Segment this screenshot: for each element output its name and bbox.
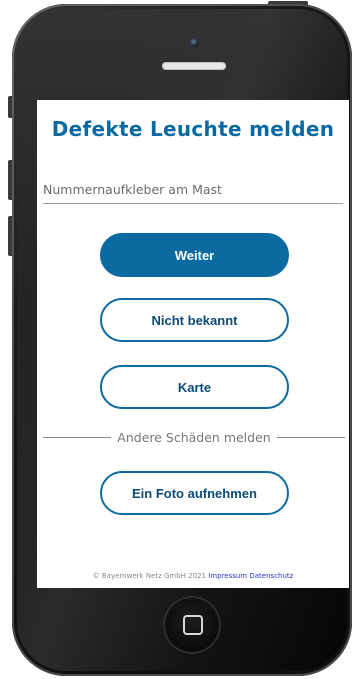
divider-line-left [43,436,112,438]
privacy-link[interactable]: Datenschutz [249,572,293,580]
page-title: Defekte Leuchte melden [51,117,335,141]
imprint-link[interactable]: Impressum [208,572,247,580]
home-square-icon [183,615,203,635]
home-button-icon[interactable] [163,596,221,654]
stage: Defekte Leuchte melden Weiter Nicht beka… [0,0,361,679]
map-button[interactable]: Karte [100,365,289,409]
next-button[interactable]: Weiter [100,233,289,277]
footer: © Bayernwerk Netz GmbH 2021 Impressum Da… [37,572,349,580]
sticker-number-input[interactable] [43,175,343,204]
divider-label: Andere Schäden melden [117,429,271,445]
earpiece-speaker-icon [162,62,226,70]
phone-screen: Defekte Leuchte melden Weiter Nicht beka… [37,100,349,588]
divider-line-right [276,436,345,438]
take-photo-button[interactable]: Ein Foto aufnehmen [100,471,289,515]
other-damage-divider: Andere Schäden melden [43,428,345,446]
front-camera-icon [190,38,199,47]
unknown-button[interactable]: Nicht bekannt [100,298,289,342]
footer-copyright: © Bayernwerk Netz GmbH 2021 [92,572,206,580]
